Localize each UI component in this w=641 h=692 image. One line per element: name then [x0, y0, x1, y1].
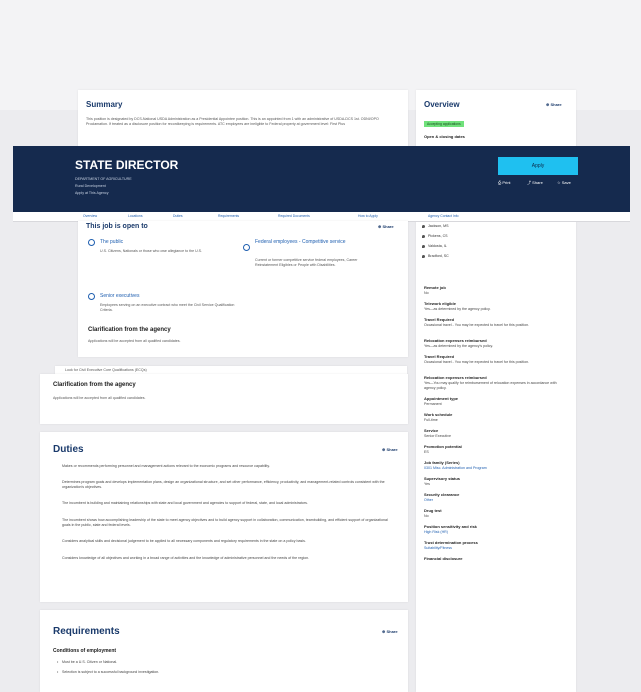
- overview-field-value: No: [424, 514, 429, 518]
- overview-field-value: Permanent: [424, 402, 442, 406]
- overview-field-label: Service: [424, 428, 439, 433]
- overview-field-value: Yes—as determined by the agency's policy…: [424, 344, 494, 348]
- overview-field-value[interactable]: 0301 Misc. Administration and Program: [424, 466, 569, 471]
- group-federal-link[interactable]: Federal employees - Competitive service: [255, 239, 375, 246]
- overview-field-label: Travel Required: [424, 317, 455, 322]
- tab-overview[interactable]: Overview: [83, 214, 97, 218]
- duties-title: Duties: [53, 444, 84, 455]
- requirements-subtitle: Conditions of employment: [53, 648, 117, 654]
- duty-item: Makes or recommends performing personnel…: [62, 464, 392, 474]
- requirement-item: Must be a U.S. Citizen or National.: [57, 660, 392, 665]
- overview-field-label: Work schedule: [424, 412, 453, 417]
- overview-field-value: Full-time: [424, 418, 438, 422]
- duties-card: Duties ⊕ Share Makes or recommends perfo…: [40, 432, 408, 602]
- overview-field-value: Occasional travel - You may be expected …: [424, 360, 530, 364]
- open-to-title: This job is open to: [86, 223, 148, 230]
- overview-field-label: Supervisory status: [424, 476, 461, 481]
- overview-field-label: Promotion potential: [424, 444, 462, 449]
- save-action[interactable]: ☆ Save: [557, 180, 571, 185]
- summary-card: Summary This position is designated by D…: [78, 90, 408, 150]
- print-action[interactable]: ⎙ Print: [498, 180, 511, 185]
- summary-text: This position is designated by DCS-Natio…: [86, 117, 379, 126]
- overview-field-value: Yes—You may qualify for reimbursement of…: [424, 381, 557, 390]
- agency-name: Rural Development: [75, 184, 106, 188]
- clarification-title: Clarification from the agency: [53, 382, 136, 388]
- tab-locations[interactable]: Locations: [128, 214, 143, 218]
- overview-field-value[interactable]: Other: [424, 498, 569, 503]
- overview-field-value: Occasional travel - You may be expected …: [424, 323, 530, 327]
- location-item[interactable]: Bradford, SC: [428, 254, 449, 258]
- overview-field-label: Appointment type: [424, 396, 458, 401]
- overview-field-label: Relocation expenses reimbursed: [424, 338, 487, 343]
- requirement-item: Selection is subject to a successful bac…: [57, 670, 392, 675]
- group-senior-link[interactable]: Senior executives: [100, 293, 139, 299]
- overview-field-label: Drug test: [424, 508, 442, 513]
- overview-field-label: Telework eligible: [424, 301, 456, 306]
- job-header: STATE DIRECTOR DEPARTMENT OF AGRICULTURE…: [13, 146, 630, 212]
- clarification-card: Clarification from the agency Applicatio…: [40, 374, 408, 424]
- group-federal-desc: Current or former competitive service fe…: [255, 258, 358, 267]
- group-public-desc: U.S. Citizens, Nationals or those who ow…: [100, 249, 203, 253]
- open-to-card: This job is open to ⊕ Share The public U…: [78, 221, 408, 357]
- duty-item: The incumbent is building and maintainin…: [62, 501, 392, 511]
- location-pin-icon: [422, 235, 425, 238]
- job-title: STATE DIRECTOR: [75, 158, 179, 172]
- clarification-text: Applications will be accepted from all q…: [53, 396, 146, 400]
- overview-field-label: Remote job: [424, 285, 446, 290]
- tab-required-documents[interactable]: Required Documents: [278, 214, 310, 218]
- public-icon: [88, 239, 95, 246]
- overview-field-value[interactable]: Suitability/Fitness: [424, 546, 569, 551]
- tab-agency-contact[interactable]: Agency Contact Info: [428, 214, 459, 218]
- tab-requirements[interactable]: Requirements: [218, 214, 239, 218]
- summary-title: Summary: [86, 100, 123, 109]
- group-public-link[interactable]: The public: [100, 239, 123, 245]
- open-closing-dates-label: Open & closing dates: [424, 134, 465, 139]
- tab-how-to-apply[interactable]: How to Apply: [358, 214, 378, 218]
- requirements-title: Requirements: [53, 626, 120, 637]
- location-item[interactable]: Valdosta, IL: [428, 244, 447, 248]
- location-pin-icon: [422, 225, 425, 228]
- duty-item: The incumbent shows how accomplishing le…: [62, 518, 392, 533]
- clarification-subtitle: Clarification from the agency: [88, 327, 171, 333]
- tab-duties[interactable]: Duties: [173, 214, 183, 218]
- requirements-share-button[interactable]: ⊕ Share: [382, 629, 398, 634]
- overview-field-value: Senior Executive: [424, 434, 451, 438]
- overview-field-label: Trust determination process: [424, 540, 478, 545]
- overview-field-value[interactable]: High Risk (HR): [424, 530, 569, 535]
- overview-field-label: Travel Required: [424, 354, 455, 359]
- overview-field-value: ES: [424, 450, 429, 454]
- overview-field-label: Position sensitivity and risk: [424, 524, 477, 529]
- clarification-subtext: Applications will be accepted from all q…: [88, 339, 181, 343]
- overview-field-value: No: [424, 291, 429, 295]
- overview-share-button[interactable]: ⊕ Share: [546, 102, 562, 107]
- announcement-link[interactable]: Apply at This Agency: [75, 191, 109, 195]
- overview-field-value: Yes: [424, 482, 430, 486]
- overview-field-label: Relocation expenses reimbursed: [424, 375, 487, 380]
- apply-button[interactable]: Apply: [498, 157, 578, 175]
- share-action[interactable]: ⤴ Share: [527, 180, 543, 186]
- duty-item: Considers knowledge of all objectives an…: [62, 556, 392, 566]
- duty-item: Determines program goals and develops im…: [62, 480, 392, 495]
- overview-field-label: Security clearance: [424, 492, 460, 497]
- overview-field-label: Job family (Series): [424, 460, 460, 465]
- accepting-applications-badge: Accepting applications: [424, 121, 464, 127]
- overview-field-value: Yes—as determined by the agency policy.: [424, 307, 491, 311]
- overview-field-label: Financial disclosure: [424, 556, 463, 561]
- location-pin-icon: [422, 245, 425, 248]
- duties-share-button[interactable]: ⊕ Share: [382, 447, 398, 452]
- overview-title: Overview: [424, 100, 460, 109]
- senior-executive-icon: [88, 293, 95, 300]
- requirements-card: Requirements ⊕ Share Conditions of emplo…: [40, 610, 408, 692]
- note-text: Look for Civil Executive Core Qualificat…: [65, 368, 147, 372]
- federal-employee-icon: [243, 244, 250, 251]
- location-pin-icon: [422, 255, 425, 258]
- location-item[interactable]: Jackson, MS: [428, 224, 449, 228]
- department-name: DEPARTMENT OF AGRICULTURE: [75, 177, 132, 181]
- duty-item: Considers analytical skills and decision…: [62, 539, 392, 549]
- group-senior-desc: Employees serving on an executive contra…: [100, 303, 235, 312]
- open-to-share-button[interactable]: ⊕ Share: [378, 224, 394, 229]
- location-item[interactable]: Pickens, CS: [428, 234, 448, 238]
